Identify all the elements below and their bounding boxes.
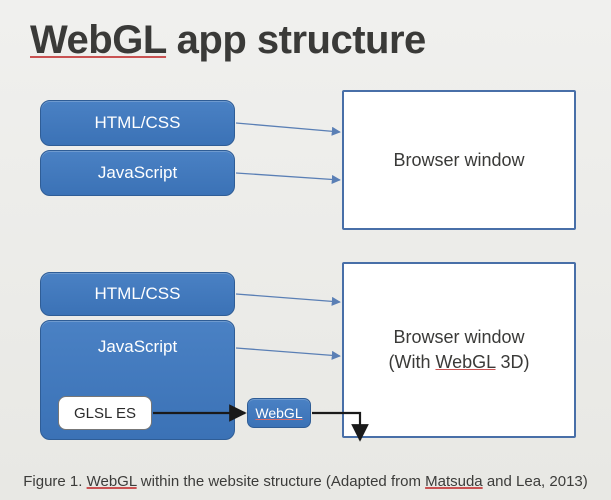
top-javascript-label: JavaScript: [98, 163, 177, 183]
diagram-stage: HTML/CSS JavaScript Browser window HTML/…: [0, 0, 611, 500]
bottom-htmlcss-box: HTML/CSS: [40, 272, 235, 316]
bottom-javascript-label: JavaScript: [98, 337, 177, 357]
figure-caption: Figure 1. WebGL within the website struc…: [0, 473, 611, 490]
arrow-top-js: [236, 173, 340, 180]
top-htmlcss-box: HTML/CSS: [40, 100, 235, 146]
arrow-bottom-js: [236, 348, 340, 356]
bottom-browser-label1: Browser window: [393, 325, 524, 350]
bottom-htmlcss-label: HTML/CSS: [95, 284, 181, 304]
arrow-top-htmlcss: [236, 123, 340, 132]
top-javascript-box: JavaScript: [40, 150, 235, 196]
bottom-webgl-box: WebGL: [247, 398, 311, 428]
top-browser-window: Browser window: [342, 90, 576, 230]
top-htmlcss-label: HTML/CSS: [95, 113, 181, 133]
bottom-browser-label2: (With WebGL 3D): [388, 350, 529, 375]
top-browser-label: Browser window: [393, 150, 524, 171]
arrow-bottom-htmlcss: [236, 294, 340, 302]
bottom-browser-window: Browser window (With WebGL 3D): [342, 262, 576, 438]
bottom-glsl-label: GLSL ES: [74, 405, 136, 422]
bottom-glsl-box: GLSL ES: [58, 396, 152, 430]
bottom-webgl-label: WebGL: [255, 405, 302, 421]
